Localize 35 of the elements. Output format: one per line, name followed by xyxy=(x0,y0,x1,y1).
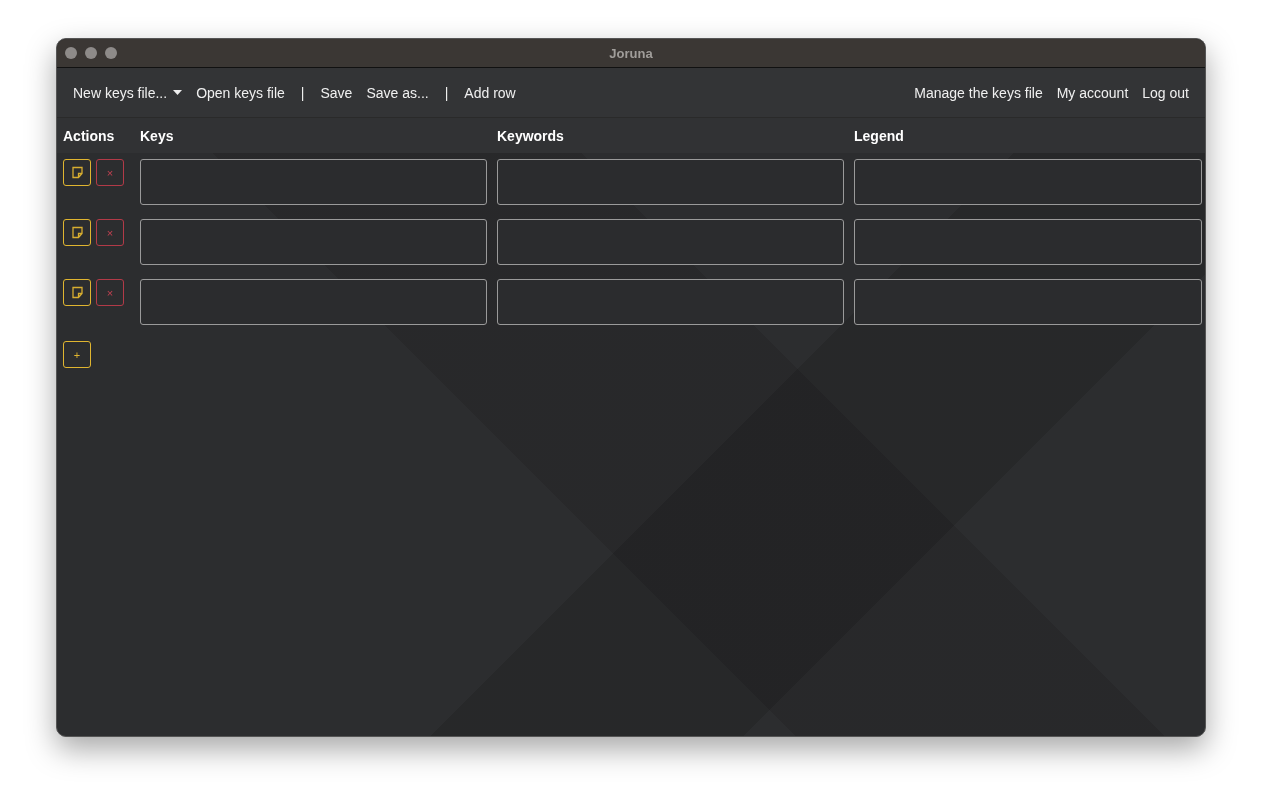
window-control-icon[interactable] xyxy=(85,47,97,59)
note-button[interactable] xyxy=(63,159,91,186)
legend-input-field[interactable] xyxy=(854,279,1202,325)
window-title: Joruna xyxy=(609,45,653,61)
column-header: Legend xyxy=(854,127,905,144)
new-keys-file-dropdown[interactable]: New keys file... xyxy=(73,84,183,101)
note-icon xyxy=(70,226,84,239)
keys-input-field[interactable] xyxy=(140,219,487,265)
note-button[interactable] xyxy=(63,279,91,306)
toolbar-separator: | xyxy=(444,84,449,101)
keys-input-field[interactable] xyxy=(140,159,487,205)
toolbar-link[interactable]: Save as... xyxy=(366,84,429,101)
keywords-input-field[interactable] xyxy=(497,219,844,265)
toolbar-link[interactable]: Log out xyxy=(1142,84,1189,101)
legend-input-field[interactable] xyxy=(854,159,1202,205)
column-header: Keywords xyxy=(497,127,565,144)
window-control-icon[interactable] xyxy=(65,47,77,59)
note-button[interactable] xyxy=(63,219,91,246)
note-icon xyxy=(70,166,84,179)
window-control-icon[interactable] xyxy=(105,47,117,59)
toolbar-link[interactable]: Open keys file xyxy=(196,84,285,101)
keywords-input-field[interactable] xyxy=(497,279,844,325)
toolbar-link[interactable]: Add row xyxy=(464,84,516,101)
toolbar-separator: | xyxy=(300,84,305,101)
column-header: Keys xyxy=(140,127,175,144)
keys-input-field[interactable] xyxy=(140,279,487,325)
keywords-input-field[interactable] xyxy=(497,159,844,205)
column-header: Actions xyxy=(63,127,116,144)
toolbar-link[interactable]: Save xyxy=(320,84,353,101)
toolbar-link[interactable]: My account xyxy=(1056,84,1129,101)
caret-icon xyxy=(173,90,183,95)
legend-input-field[interactable] xyxy=(854,219,1202,265)
note-icon xyxy=(70,286,84,299)
add-row-button[interactable]: + xyxy=(63,341,91,368)
toolbar-link[interactable]: Manage the keys file xyxy=(914,84,1043,101)
